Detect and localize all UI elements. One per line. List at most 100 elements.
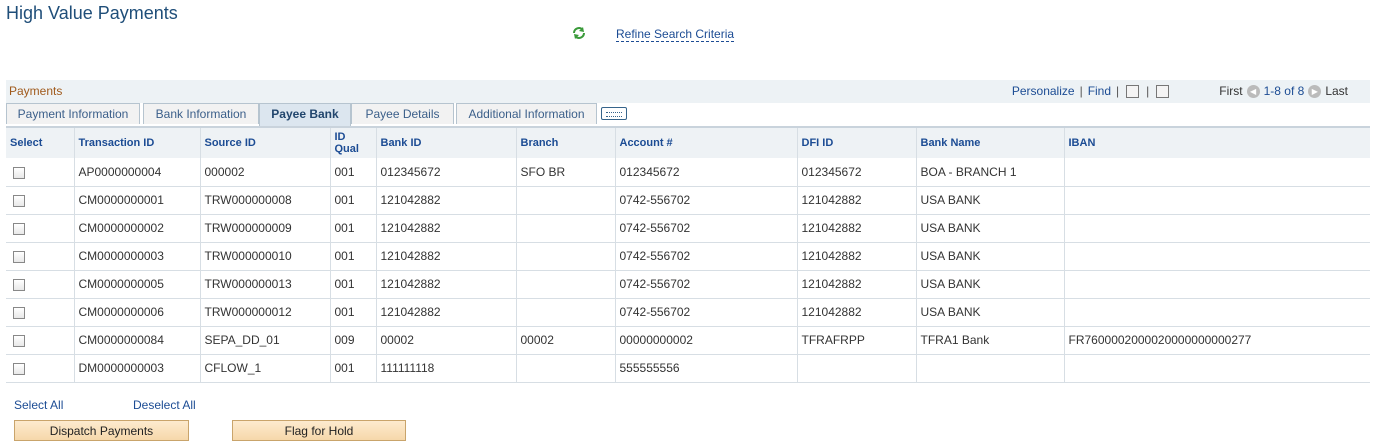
tab-bank-information[interactable]: Bank Information xyxy=(143,103,259,124)
table-row: CM0000000001 TRW000000008 001 121042882 0742… xyxy=(6,186,1370,215)
table-cell: 121042882 xyxy=(796,242,916,271)
column-header: Account # xyxy=(614,126,797,158)
table-cell: CM0000000003 xyxy=(73,242,200,271)
table-cell: 009 xyxy=(329,326,376,355)
table-cell: 121042882 xyxy=(796,298,916,327)
table-cell: TFRA1 Bank xyxy=(915,326,1064,355)
refine-search-link[interactable]: Refine Search Criteria xyxy=(616,28,735,42)
dispatch-payments-button[interactable]: Dispatch Payments xyxy=(14,420,189,441)
table-cell: AP0000000004 xyxy=(73,158,200,187)
payments-table: Select Transaction ID Source ID ID Qual … xyxy=(6,126,1370,383)
select-checkbox[interactable] xyxy=(13,334,25,347)
column-header: Select xyxy=(6,126,74,158)
table-cell: 0742-556702 xyxy=(614,298,797,327)
column-header: Bank Name xyxy=(915,126,1064,158)
table-cell: USA BANK xyxy=(915,270,1064,299)
table-cell xyxy=(515,298,615,327)
grid-title: Payments xyxy=(9,84,63,98)
table-row: CM0000000084 SEPA_DD_01 009 00002 00002 00000… xyxy=(6,326,1370,355)
flag-for-hold-button[interactable]: Flag for Hold xyxy=(232,420,406,441)
table-cell xyxy=(1063,354,1370,383)
table-cell xyxy=(515,242,615,271)
tab-additional-information[interactable]: Additional Information xyxy=(456,103,597,124)
tab-payee-bank[interactable]: Payee Bank xyxy=(259,103,351,126)
table-cell xyxy=(515,186,615,215)
table-row: AP0000000004 000002 001 012345672 SFO BR 0123… xyxy=(6,158,1370,187)
table-cell: SFO BR xyxy=(515,158,615,187)
table-cell: 012345672 xyxy=(614,158,797,187)
divider: | xyxy=(1146,84,1150,98)
table-cell: 121042882 xyxy=(375,214,516,243)
select-checkbox[interactable] xyxy=(13,194,25,207)
select-all-link[interactable]: Select All xyxy=(14,398,63,412)
table-cell: TFRAFRPP xyxy=(796,326,916,355)
select-cell xyxy=(6,354,74,383)
personalize-link[interactable]: Personalize xyxy=(1012,84,1075,98)
table-cell: USA BANK xyxy=(915,298,1064,327)
table-cell xyxy=(515,214,615,243)
table-cell: 121042882 xyxy=(375,270,516,299)
table-cell xyxy=(515,354,615,383)
table-cell: 111111118 xyxy=(375,354,516,383)
refresh-icon[interactable] xyxy=(571,25,587,41)
table-cell: 121042882 xyxy=(375,242,516,271)
deselect-all-link[interactable]: Deselect All xyxy=(133,398,196,412)
table-cell: 000002 xyxy=(199,158,330,187)
table-cell xyxy=(515,270,615,299)
table-cell xyxy=(796,354,916,383)
view-all-icon[interactable] xyxy=(1126,84,1140,98)
table-cell: 121042882 xyxy=(375,186,516,215)
select-cell xyxy=(6,298,74,327)
select-checkbox[interactable] xyxy=(13,250,25,263)
next-arrow-icon[interactable]: ▶ xyxy=(1308,84,1322,98)
show-all-columns-icon[interactable] xyxy=(601,107,627,120)
select-checkbox[interactable] xyxy=(13,278,25,291)
last-label: Last xyxy=(1325,84,1348,98)
table-header-row: Select Transaction ID Source ID ID Qual … xyxy=(6,126,1370,158)
column-header: Bank ID xyxy=(375,126,516,158)
select-checkbox[interactable] xyxy=(13,306,25,319)
select-cell xyxy=(6,214,74,243)
table-cell: 001 xyxy=(329,186,376,215)
table-cell xyxy=(1063,270,1370,299)
column-header: IBAN xyxy=(1063,126,1370,158)
table-cell: 555555556 xyxy=(614,354,797,383)
table-cell: TRW000000013 xyxy=(199,270,330,299)
table-cell: 00002 xyxy=(515,326,615,355)
select-checkbox[interactable] xyxy=(13,166,25,179)
table-cell: FR7600002000020000000000277 xyxy=(1063,326,1370,355)
table-cell xyxy=(1063,186,1370,215)
row-range: 1-8 of 8 xyxy=(1263,84,1305,98)
select-cell xyxy=(6,186,74,215)
table-cell: 0742-556702 xyxy=(614,242,797,271)
table-cell: CM0000000005 xyxy=(73,270,200,299)
tab-payment-information[interactable]: Payment Information xyxy=(6,103,140,124)
tab-payee-details[interactable]: Payee Details xyxy=(351,103,454,124)
table-cell: TRW000000012 xyxy=(199,298,330,327)
table-cell: 121042882 xyxy=(796,270,916,299)
table-cell: BOA - BRANCH 1 xyxy=(915,158,1064,187)
prev-arrow-icon[interactable]: ◀ xyxy=(1246,84,1260,98)
column-header: ID Qual xyxy=(329,126,376,158)
select-checkbox[interactable] xyxy=(13,362,25,375)
table-row: DM0000000003 CFLOW_1 001 111111118 555555556 xyxy=(6,354,1370,383)
table-cell: CM0000000084 xyxy=(73,326,200,355)
select-cell xyxy=(6,270,74,299)
table-cell: 012345672 xyxy=(375,158,516,187)
table-row: CM0000000003 TRW000000010 001 121042882 0742… xyxy=(6,242,1370,271)
divider: | xyxy=(1079,84,1083,98)
table-cell: 001 xyxy=(329,298,376,327)
find-link[interactable]: Find xyxy=(1088,84,1111,98)
table-cell: 121042882 xyxy=(796,186,916,215)
table-cell: USA BANK xyxy=(915,214,1064,243)
table-cell xyxy=(915,354,1064,383)
table-cell: SEPA_DD_01 xyxy=(199,326,330,355)
table-cell: 0742-556702 xyxy=(614,186,797,215)
table-cell: USA BANK xyxy=(915,242,1064,271)
column-header: Branch xyxy=(515,126,615,158)
table-cell: TRW000000010 xyxy=(199,242,330,271)
download-excel-icon[interactable] xyxy=(1156,84,1170,98)
divider: | xyxy=(1116,84,1120,98)
table-cell: TRW000000008 xyxy=(199,186,330,215)
select-checkbox[interactable] xyxy=(13,222,25,235)
